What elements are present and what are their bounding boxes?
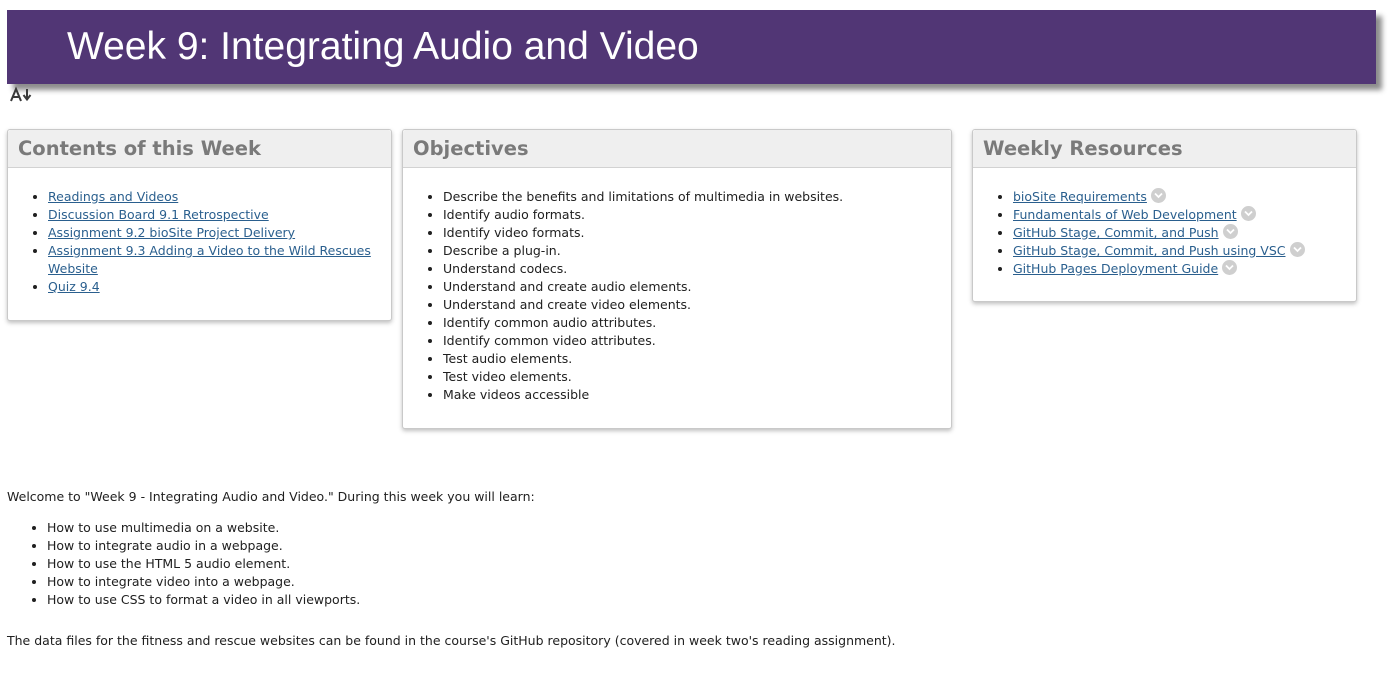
link-github-pages-guide[interactable]: GitHub Pages Deployment Guide <box>1013 261 1218 276</box>
chevron-down-icon[interactable] <box>1240 206 1256 221</box>
list-item: GitHub Stage, Commit, and Push <box>1013 224 1356 242</box>
list-item: Make videos accessible <box>443 386 951 404</box>
link-assignment-9-3[interactable]: Assignment 9.3 Adding a Video to the Wil… <box>48 243 371 276</box>
list-item: How to use CSS to format a video in all … <box>47 591 360 609</box>
resources-panel: Weekly Resources bioSite Requirements Fu… <box>972 129 1357 302</box>
list-item: Identify audio formats. <box>443 206 951 224</box>
link-github-stage-commit-push-vsc[interactable]: GitHub Stage, Commit, and Push using VSC <box>1013 243 1286 258</box>
list-item: Test video elements. <box>443 368 951 386</box>
list-item: GitHub Stage, Commit, and Push using VSC <box>1013 242 1356 260</box>
list-item: Identify video formats. <box>443 224 951 242</box>
list-item: Understand and create audio elements. <box>443 278 951 296</box>
chevron-down-icon[interactable] <box>1222 224 1238 239</box>
list-item: Identify common audio attributes. <box>443 314 951 332</box>
objectives-panel-header: Objectives <box>403 130 951 168</box>
list-item: Describe a plug-in. <box>443 242 951 260</box>
resources-heading: Weekly Resources <box>983 137 1183 160</box>
contents-list: Readings and Videos Discussion Board 9.1… <box>8 168 391 296</box>
learn-list: How to use multimedia on a website. How … <box>7 519 360 609</box>
page-banner: Week 9: Integrating Audio and Video <box>7 10 1376 84</box>
list-item: GitHub Pages Deployment Guide <box>1013 260 1356 278</box>
list-item: Identify common video attributes. <box>443 332 951 350</box>
list-item: Fundamentals of Web Development <box>1013 206 1356 224</box>
list-item: Readings and Videos <box>48 188 391 206</box>
list-item: Understand and create video elements. <box>443 296 951 314</box>
objectives-heading: Objectives <box>413 137 529 160</box>
link-assignment-9-2[interactable]: Assignment 9.2 bioSite Project Delivery <box>48 225 295 240</box>
list-item: How to use multimedia on a website. <box>47 519 360 537</box>
link-discussion-9-1[interactable]: Discussion Board 9.1 Retrospective <box>48 207 269 222</box>
link-biosite-requirements[interactable]: bioSite Requirements <box>1013 189 1147 204</box>
contents-panel: Contents of this Week Readings and Video… <box>7 129 392 321</box>
link-readings-videos[interactable]: Readings and Videos <box>48 189 178 204</box>
chevron-down-icon[interactable] <box>1289 242 1305 257</box>
list-item: Understand codecs. <box>443 260 951 278</box>
list-item: Describe the benefits and limitations of… <box>443 188 951 206</box>
list-item: Assignment 9.3 Adding a Video to the Wil… <box>48 242 391 278</box>
list-item: How to integrate audio in a webpage. <box>47 537 360 555</box>
link-quiz-9-4[interactable]: Quiz 9.4 <box>48 279 100 294</box>
sort-az-icon[interactable] <box>10 86 36 102</box>
intro-text: Welcome to "Week 9 - Integrating Audio a… <box>7 489 535 504</box>
data-files-note: The data files for the fitness and rescu… <box>7 633 896 648</box>
contents-heading: Contents of this Week <box>18 137 261 160</box>
list-item: Test audio elements. <box>443 350 951 368</box>
contents-panel-header: Contents of this Week <box>8 130 391 168</box>
link-github-stage-commit-push[interactable]: GitHub Stage, Commit, and Push <box>1013 225 1219 240</box>
link-fundamentals-web-dev[interactable]: Fundamentals of Web Development <box>1013 207 1237 222</box>
list-item: bioSite Requirements <box>1013 188 1356 206</box>
list-item: Discussion Board 9.1 Retrospective <box>48 206 391 224</box>
chevron-down-icon[interactable] <box>1150 188 1166 203</box>
objectives-panel: Objectives Describe the benefits and lim… <box>402 129 952 429</box>
list-item: Quiz 9.4 <box>48 278 391 296</box>
objectives-list: Describe the benefits and limitations of… <box>403 168 951 404</box>
list-item: How to integrate video into a webpage. <box>47 573 360 591</box>
chevron-down-icon[interactable] <box>1222 260 1238 275</box>
resources-list: bioSite Requirements Fundamentals of Web… <box>973 168 1356 278</box>
resources-panel-header: Weekly Resources <box>973 130 1356 168</box>
page-title: Week 9: Integrating Audio and Video <box>67 25 699 68</box>
list-item: Assignment 9.2 bioSite Project Delivery <box>48 224 391 242</box>
list-item: How to use the HTML 5 audio element. <box>47 555 360 573</box>
